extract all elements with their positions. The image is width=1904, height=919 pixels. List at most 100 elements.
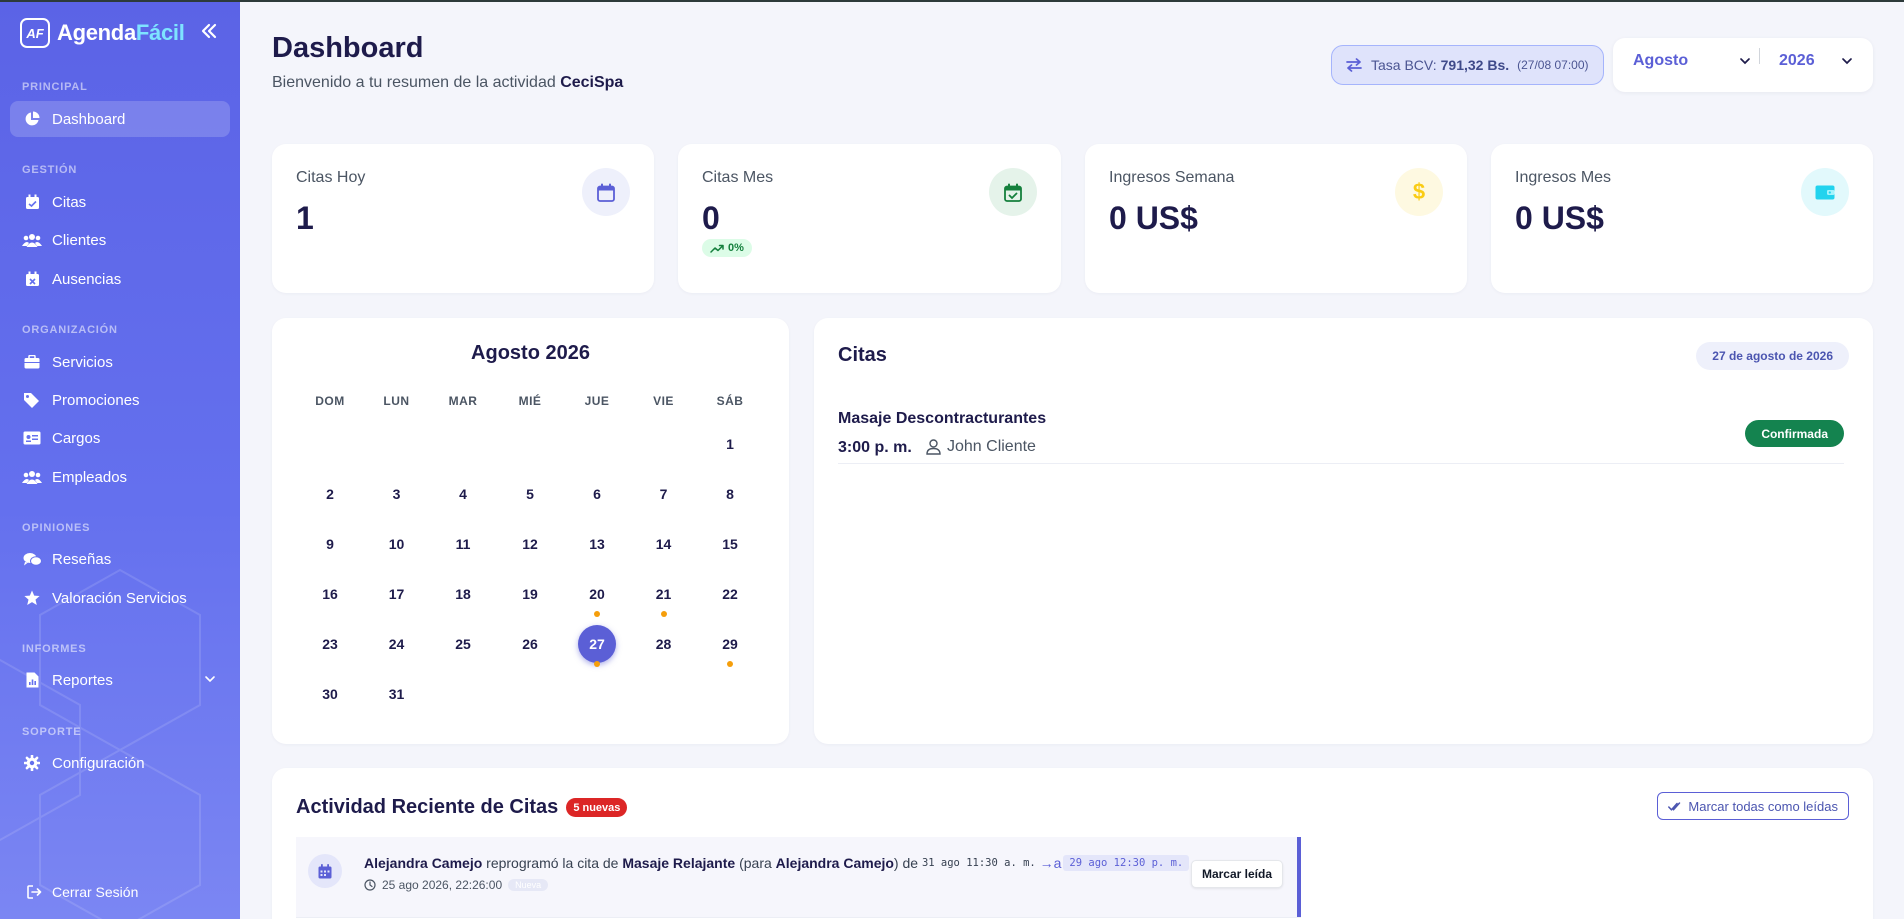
appointment-time: 3:00 p. m. — [838, 439, 912, 456]
calendar-day[interactable]: 24 — [378, 625, 416, 663]
weekday-header: MIÉ — [518, 394, 542, 408]
calendar-day[interactable]: 7 — [645, 475, 683, 513]
calendar-day[interactable]: 28 — [645, 625, 683, 663]
activity-to-datetime: 29 ago 12:30 p. m. — [1063, 855, 1190, 871]
appointment-item[interactable]: Masaje Descontracturantes 3:00 p. m. Joh… — [838, 408, 1844, 464]
tags-icon — [22, 390, 42, 410]
sign-out-icon — [24, 882, 44, 902]
comments-icon — [22, 549, 42, 569]
id-card-icon — [22, 428, 42, 448]
arrow-right-icon: →a — [1039, 855, 1062, 871]
business-name: CeciSpa — [560, 74, 624, 91]
activity-timestamp: 25 ago 2026, 22:26:00 — [382, 878, 503, 892]
stat-value: 1 — [296, 200, 314, 236]
stat-card-ingresos-semana: Ingresos Semana 0 US$ $ — [1085, 144, 1467, 293]
stat-value: 0 US$ — [1109, 200, 1198, 236]
calendar-day[interactable]: 19 — [511, 575, 549, 613]
double-check-icon — [1668, 801, 1681, 811]
calendar-day[interactable]: 16 — [311, 575, 349, 613]
sidebar-item-valoracion-servicios[interactable]: Valoración Servicios — [10, 580, 230, 616]
calendar-day[interactable]: 22 — [711, 575, 749, 613]
calendar-day[interactable]: 21 — [645, 575, 683, 613]
page-subtitle: Bienvenido a tu resumen de la actividad … — [272, 74, 624, 91]
new-badge: Nueva — [508, 879, 549, 891]
weekday-header: SÁB — [716, 394, 744, 408]
logout-button[interactable]: Cerrar Sesión — [24, 882, 138, 902]
sidebar-item-label: Citas — [52, 193, 87, 211]
calendar-day[interactable]: 23 — [311, 625, 349, 663]
star-icon — [22, 588, 42, 608]
activity-title: Actividad Reciente de Citas 5 nuevas — [296, 796, 628, 819]
sidebar-item-servicios[interactable]: Servicios — [10, 344, 230, 380]
sidebar-item-configuracion[interactable]: Configuración — [10, 745, 230, 781]
calendar-day[interactable]: 8 — [711, 475, 749, 513]
calendar-x-icon — [22, 269, 42, 289]
sidebar-item-label: Cargos — [52, 429, 101, 447]
sidebar-item-empleados[interactable]: Empleados — [10, 459, 230, 495]
weekday-header: DOM — [315, 394, 345, 408]
calendar-day[interactable]: 12 — [511, 525, 549, 563]
calendar-day[interactable]: 31 — [378, 675, 416, 713]
mark-all-read-button[interactable]: Marcar todas como leídas — [1657, 792, 1849, 820]
calendar-day-selected[interactable]: 27 — [578, 625, 616, 663]
brand-logo: AF — [20, 18, 50, 48]
month-select[interactable]: Agosto — [1633, 52, 1751, 70]
activity-message: Alejandra Camejo reprogramó la cita de M… — [364, 855, 1190, 871]
calendar-day[interactable]: 1 — [711, 425, 749, 463]
activity-item: Alejandra Camejo reprogramó la cita de M… — [296, 837, 1301, 917]
sidebar-item-ausencias[interactable]: Ausencias — [10, 261, 230, 297]
calendar-day[interactable]: 18 — [444, 575, 482, 613]
sidebar-item-clientes[interactable]: Clientes — [10, 222, 230, 258]
calendar-day[interactable]: 11 — [444, 525, 482, 563]
logout-label: Cerrar Sesión — [52, 884, 139, 900]
sidebar-item-label: Servicios — [52, 353, 113, 371]
mark-all-read-label: Marcar todas como leídas — [1688, 798, 1838, 814]
calendar-day[interactable]: 10 — [378, 525, 416, 563]
stat-label: Ingresos Mes — [1515, 169, 1612, 186]
sidebar-item-resenas[interactable]: Reseñas — [10, 541, 230, 577]
sidebar-item-promociones[interactable]: Promociones — [10, 382, 230, 418]
calendar-day[interactable]: 30 — [311, 675, 349, 713]
collapse-sidebar-button[interactable] — [200, 20, 218, 46]
weekday-header: MAR — [448, 394, 478, 408]
appointment-service: Masaje Descontracturantes — [838, 410, 1047, 427]
sidebar-item-reportes[interactable]: Reportes — [10, 662, 230, 698]
double-chevron-left-icon — [201, 23, 217, 39]
calendar-day[interactable]: 20 — [578, 575, 616, 613]
chevron-down-icon — [204, 672, 216, 689]
calendar-day[interactable]: 3 — [378, 475, 416, 513]
calendar-day[interactable]: 29 — [711, 625, 749, 663]
calendar-day[interactable]: 2 — [311, 475, 349, 513]
sidebar-item-dashboard[interactable]: Dashboard — [10, 101, 230, 137]
calendar-day[interactable]: 6 — [578, 475, 616, 513]
calendar-day[interactable]: 25 — [444, 625, 482, 663]
calendar-day[interactable]: 4 — [444, 475, 482, 513]
calendar-day[interactable]: 17 — [378, 575, 416, 613]
sidebar-item-cargos[interactable]: Cargos — [10, 420, 230, 456]
appointment-indicator-dot — [594, 661, 600, 667]
calendar-day[interactable]: 9 — [311, 525, 349, 563]
rate-value: 791,32 Bs. — [1440, 57, 1510, 73]
calendar-day[interactable]: 5 — [511, 475, 549, 513]
stat-label: Citas Mes — [702, 169, 774, 186]
window-top-border — [0, 0, 1904, 2]
calendar-check-icon — [989, 168, 1037, 216]
calendar-day[interactable]: 26 — [511, 625, 549, 663]
brand[interactable]: AF AgendaFácil — [20, 18, 185, 48]
sidebar-item-citas[interactable]: Citas — [10, 184, 230, 220]
rate-label: Tasa BCV: — [1371, 57, 1437, 73]
sidebar-item-label: Reportes — [52, 671, 113, 689]
trend-value: 0% — [728, 242, 744, 254]
mark-read-button[interactable]: Marcar leída — [1190, 860, 1283, 888]
sidebar-item-label: Empleados — [52, 468, 128, 486]
users-icon — [22, 230, 42, 250]
stat-label: Citas Hoy — [296, 169, 366, 186]
stat-value: 0 US$ — [1515, 200, 1604, 236]
calendar-day[interactable]: 13 — [578, 525, 616, 563]
month-select-value: Agosto — [1633, 52, 1689, 69]
appointment-indicator-dot — [594, 611, 600, 617]
calendar-day[interactable]: 15 — [711, 525, 749, 563]
year-select[interactable]: 2026 — [1779, 52, 1853, 70]
new-count-badge: 5 nuevas — [566, 798, 628, 817]
calendar-day[interactable]: 14 — [645, 525, 683, 563]
